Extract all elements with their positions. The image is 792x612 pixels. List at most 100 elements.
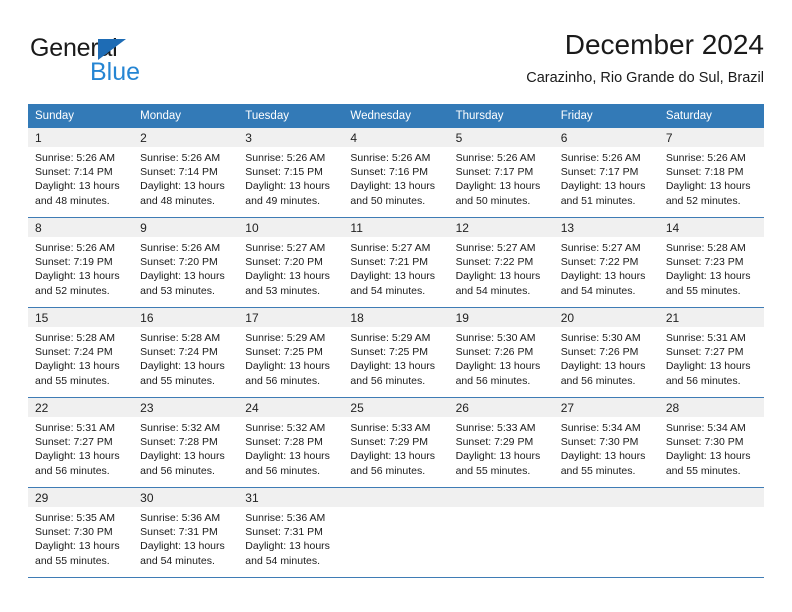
triangle-icon (98, 39, 126, 60)
calendar-day-cell[interactable]: 9 Sunrise: 5:26 AM Sunset: 7:20 PM Daylight… (133, 218, 239, 307)
day-details: Sunrise: 5:26 AM Sunset: 7:18 PM Daylight:… (659, 147, 764, 214)
daylight-text-line1: Daylight: 13 hours (245, 270, 330, 283)
calendar-day-cell[interactable]: 14 Sunrise: 5:28 AM Sunset: 7:23 PM Dayligh… (658, 218, 764, 307)
calendar-weeks: 1 Sunrise: 5:26 AM Sunset: 7:14 PM Daylight… (28, 128, 764, 578)
day-number: 27 (553, 398, 659, 417)
calendar-day-cell[interactable]: 24 Sunrise: 5:32 AM Sunset: 7:28 PM Dayligh… (238, 398, 344, 487)
calendar-day-cell[interactable]: 13 Sunrise: 5:27 AM Sunset: 7:22 PM Dayligh… (553, 218, 659, 307)
calendar-day-cell[interactable]: 29 Sunrise: 5:35 AM Sunset: 7:30 PM Dayligh… (28, 488, 134, 577)
day-details: Sunrise: 5:30 AM Sunset: 7:26 PM Daylight:… (554, 327, 659, 394)
daylight-text-line2: and 55 minutes. (140, 374, 215, 387)
calendar-day-cell[interactable]: 2 Sunrise: 5:26 AM Sunset: 7:14 PM Daylight… (133, 128, 239, 217)
calendar-day-cell-empty (448, 488, 554, 577)
sunset-text: Sunset: 7:29 PM (350, 436, 429, 449)
calendar-day-cell[interactable]: 15 Sunrise: 5:28 AM Sunset: 7:24 PM Dayligh… (28, 308, 134, 397)
calendar-day-cell[interactable]: 10 Sunrise: 5:27 AM Sunset: 7:20 PM Dayligh… (238, 218, 344, 307)
calendar-day-cell[interactable]: 21 Sunrise: 5:31 AM Sunset: 7:27 PM Dayligh… (658, 308, 764, 397)
daylight-text-line1: Daylight: 13 hours (35, 450, 120, 463)
day-details: Sunrise: 5:28 AM Sunset: 7:23 PM Daylight:… (659, 237, 764, 304)
daylight-text-line2: and 55 minutes. (665, 464, 741, 477)
day-details: Sunrise: 5:26 AM Sunset: 7:14 PM Daylight:… (133, 147, 238, 214)
calendar-day-cell[interactable]: 26 Sunrise: 5:33 AM Sunset: 7:29 PM Dayligh… (448, 398, 554, 487)
calendar-day-cell[interactable]: 3 Sunrise: 5:26 AM Sunset: 7:15 PM Daylight… (238, 128, 344, 217)
sunrise-text: Sunrise: 5:26 AM (140, 152, 221, 164)
calendar-day-cell[interactable]: 7 Sunrise: 5:26 AM Sunset: 7:18 PM Daylight… (658, 128, 764, 217)
calendar-day-cell[interactable]: 19 Sunrise: 5:30 AM Sunset: 7:26 PM Dayligh… (448, 308, 554, 397)
sunset-text: Sunset: 7:26 PM (560, 346, 639, 359)
page-subtitle: Carazinho, Rio Grande do Sul, Brazil (526, 70, 764, 86)
daylight-text-line2: and 50 minutes. (455, 194, 531, 207)
day-details (449, 507, 554, 517)
daylight-text-line2: and 50 minutes. (350, 194, 426, 207)
daylight-text-line2: and 52 minutes. (35, 284, 110, 297)
calendar-day-cell[interactable]: 20 Sunrise: 5:30 AM Sunset: 7:26 PM Dayligh… (553, 308, 659, 397)
daylight-text-line1: Daylight: 13 hours (140, 360, 225, 373)
daylight-text-line2: and 56 minutes. (35, 464, 110, 477)
calendar-week-row: 15 Sunrise: 5:28 AM Sunset: 7:24 PM Dayligh… (28, 307, 764, 397)
sunset-text: Sunset: 7:14 PM (140, 166, 218, 179)
day-details (554, 507, 659, 517)
calendar-day-cell[interactable]: 1 Sunrise: 5:26 AM Sunset: 7:14 PM Daylight… (28, 128, 134, 217)
day-number: 28 (658, 398, 764, 417)
daylight-text-line1: Daylight: 13 hours (350, 450, 436, 463)
day-number: 11 (343, 218, 449, 237)
day-details: Sunrise: 5:33 AM Sunset: 7:29 PM Daylight:… (343, 417, 448, 484)
day-number: 29 (28, 488, 134, 507)
calendar-week-row: 22 Sunrise: 5:31 AM Sunset: 7:27 PM Dayligh… (28, 397, 764, 487)
daylight-text-line2: and 55 minutes. (665, 284, 741, 297)
daylight-text-line1: Daylight: 13 hours (665, 270, 751, 283)
day-details: Sunrise: 5:26 AM Sunset: 7:14 PM Daylight:… (28, 147, 133, 214)
sunrise-text: Sunrise: 5:26 AM (350, 152, 431, 164)
calendar-day-cell[interactable]: 12 Sunrise: 5:27 AM Sunset: 7:22 PM Dayligh… (448, 218, 554, 307)
day-number: 7 (658, 128, 764, 147)
sunset-text: Sunset: 7:19 PM (35, 256, 113, 269)
sunrise-text: Sunrise: 5:26 AM (245, 152, 326, 164)
sunrise-text: Sunrise: 5:30 AM (560, 332, 641, 344)
calendar-day-cell[interactable]: 18 Sunrise: 5:29 AM Sunset: 7:25 PM Dayligh… (343, 308, 449, 397)
calendar-day-cell[interactable]: 17 Sunrise: 5:29 AM Sunset: 7:25 PM Dayligh… (238, 308, 344, 397)
day-details: Sunrise: 5:26 AM Sunset: 7:17 PM Daylight:… (554, 147, 659, 214)
general-blue-logo[interactable]: General Blue (30, 34, 200, 86)
daylight-text-line2: and 56 minutes. (245, 374, 320, 387)
day-details: Sunrise: 5:28 AM Sunset: 7:24 PM Daylight:… (28, 327, 133, 394)
daylight-text-line1: Daylight: 13 hours (560, 180, 646, 193)
sunset-text: Sunset: 7:28 PM (245, 436, 323, 449)
daylight-text-line2: and 56 minutes. (350, 464, 426, 477)
calendar-day-cell[interactable]: 5 Sunrise: 5:26 AM Sunset: 7:17 PM Daylight… (448, 128, 554, 217)
calendar-day-cell[interactable]: 28 Sunrise: 5:34 AM Sunset: 7:30 PM Dayligh… (658, 398, 764, 487)
calendar-day-cell[interactable]: 30 Sunrise: 5:36 AM Sunset: 7:31 PM Dayligh… (133, 488, 239, 577)
day-details: Sunrise: 5:27 AM Sunset: 7:22 PM Daylight:… (554, 237, 659, 304)
calendar-day-cell[interactable]: 31 Sunrise: 5:36 AM Sunset: 7:31 PM Dayligh… (238, 488, 344, 577)
calendar-day-cell[interactable]: 11 Sunrise: 5:27 AM Sunset: 7:21 PM Dayligh… (343, 218, 449, 307)
daylight-text-line1: Daylight: 13 hours (35, 270, 120, 283)
calendar-day-cell[interactable]: 25 Sunrise: 5:33 AM Sunset: 7:29 PM Dayligh… (343, 398, 449, 487)
daylight-text-line2: and 52 minutes. (665, 194, 741, 207)
sunset-text: Sunset: 7:21 PM (350, 256, 429, 269)
daylight-text-line2: and 55 minutes. (455, 464, 531, 477)
page-title: December 2024 (564, 29, 764, 60)
sunset-text: Sunset: 7:20 PM (245, 256, 323, 269)
day-number: 9 (133, 218, 239, 237)
calendar-day-cell[interactable]: 23 Sunrise: 5:32 AM Sunset: 7:28 PM Dayligh… (133, 398, 239, 487)
day-details: Sunrise: 5:31 AM Sunset: 7:27 PM Daylight:… (28, 417, 133, 484)
daylight-text-line2: and 56 minutes. (455, 374, 531, 387)
sunrise-text: Sunrise: 5:33 AM (350, 422, 431, 434)
daylight-text-line1: Daylight: 13 hours (140, 180, 225, 193)
day-number (553, 488, 659, 507)
day-number: 6 (553, 128, 659, 147)
calendar-day-cell[interactable]: 4 Sunrise: 5:26 AM Sunset: 7:16 PM Daylight… (343, 128, 449, 217)
sunset-text: Sunset: 7:25 PM (350, 346, 429, 359)
calendar-day-cell[interactable]: 27 Sunrise: 5:34 AM Sunset: 7:30 PM Dayligh… (553, 398, 659, 487)
calendar-day-cell[interactable]: 8 Sunrise: 5:26 AM Sunset: 7:19 PM Daylight… (28, 218, 134, 307)
calendar-day-cell-empty (343, 488, 449, 577)
day-details: Sunrise: 5:36 AM Sunset: 7:31 PM Daylight:… (133, 507, 238, 574)
day-details: Sunrise: 5:31 AM Sunset: 7:27 PM Daylight:… (659, 327, 764, 394)
sunrise-text: Sunrise: 5:36 AM (140, 512, 221, 524)
daylight-text-line2: and 56 minutes. (140, 464, 215, 477)
daylight-text-line1: Daylight: 13 hours (455, 270, 541, 283)
weekday-header-saturday: Saturday (665, 110, 712, 122)
calendar-day-cell[interactable]: 16 Sunrise: 5:28 AM Sunset: 7:24 PM Dayligh… (133, 308, 239, 397)
sunset-text: Sunset: 7:17 PM (455, 166, 534, 179)
calendar-day-cell[interactable]: 22 Sunrise: 5:31 AM Sunset: 7:27 PM Dayligh… (28, 398, 134, 487)
calendar-day-cell[interactable]: 6 Sunrise: 5:26 AM Sunset: 7:17 PM Daylight… (553, 128, 659, 217)
